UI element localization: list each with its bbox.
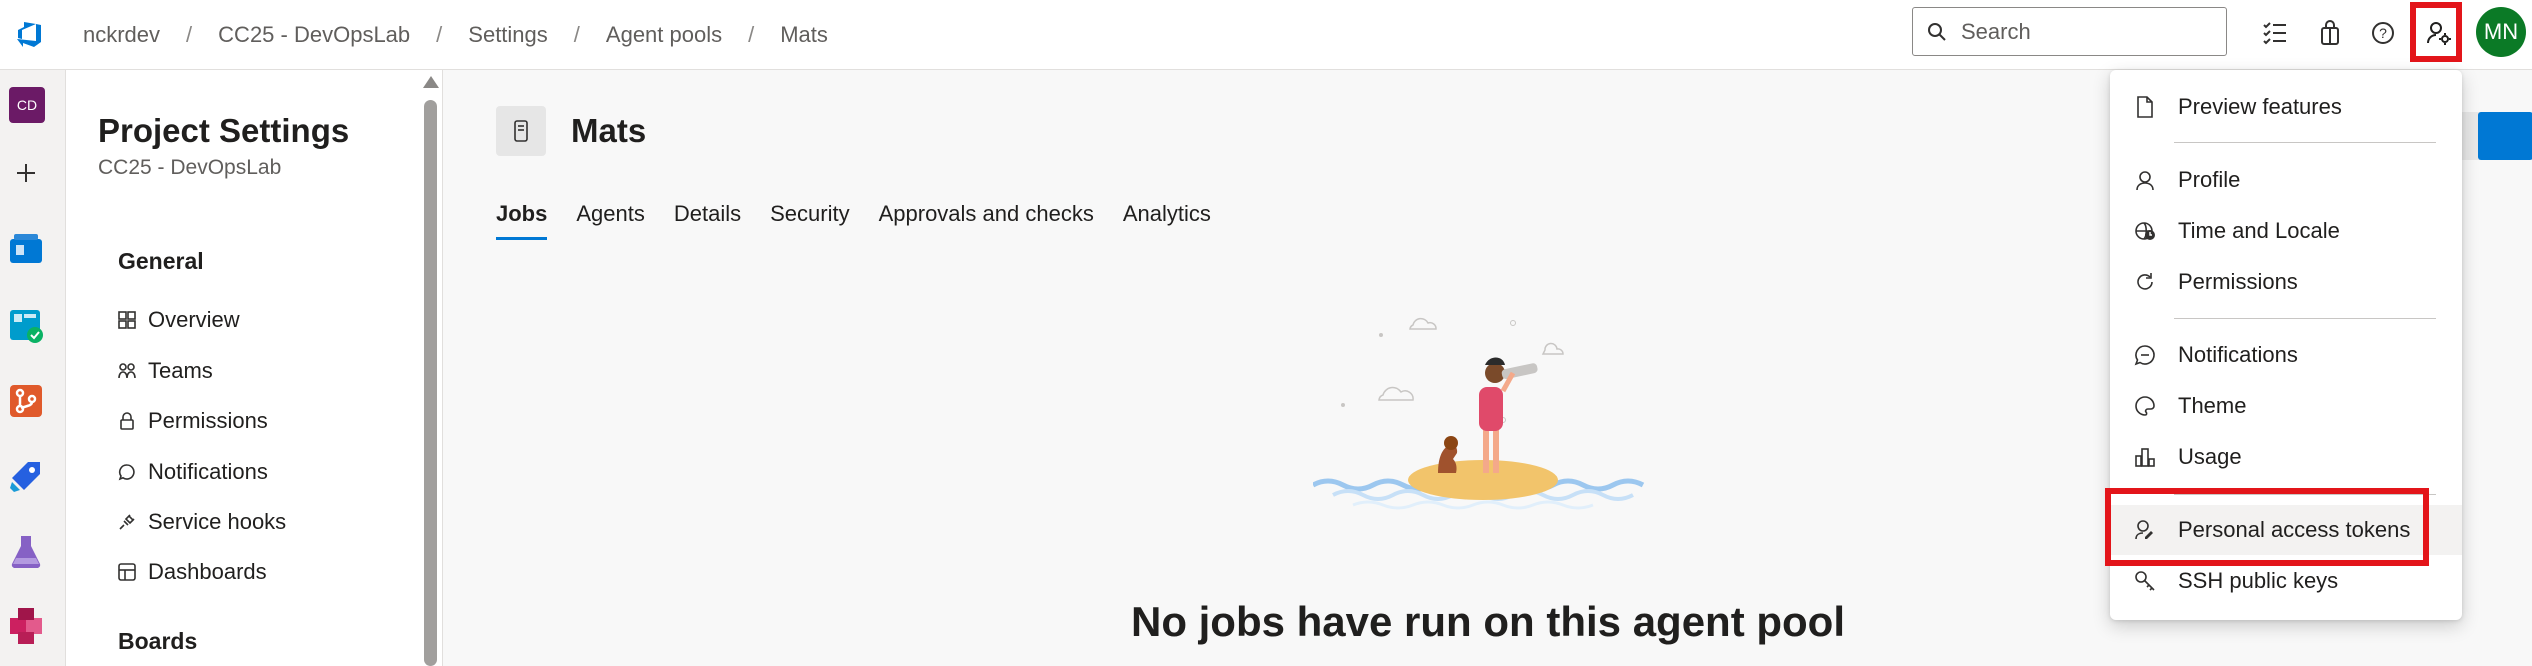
- pipelines-icon[interactable]: [6, 456, 46, 496]
- azure-devops-logo-icon[interactable]: [10, 14, 50, 54]
- nav-item-service-hooks[interactable]: Service hooks: [118, 502, 286, 542]
- search-placeholder: Search: [1961, 18, 2031, 44]
- menu-item-label: Preview features: [2178, 94, 2342, 119]
- nav-item-dashboards[interactable]: Dashboards: [118, 552, 267, 592]
- bar-chart-icon: [2134, 446, 2156, 468]
- nav-item-label: Overview: [148, 307, 240, 332]
- left-rail: CD: [0, 70, 66, 666]
- profile-icon: [2134, 169, 2156, 191]
- breadcrumb-separator: /: [436, 22, 443, 47]
- breadcrumb-agent-pools[interactable]: Agent pools: [606, 22, 722, 48]
- settings-nav: Project Settings CC25 - DevOpsLab Genera…: [66, 70, 442, 666]
- breadcrumb-settings[interactable]: Settings: [468, 22, 548, 48]
- project-badge[interactable]: CD: [9, 87, 45, 123]
- tab-analytics[interactable]: Analytics: [1123, 188, 1211, 240]
- section-general[interactable]: General: [118, 248, 204, 275]
- tab-bar: Jobs Agents Details Security Approvals a…: [496, 188, 1240, 240]
- menu-item-label: Profile: [2178, 167, 2241, 192]
- globe-clock-icon: [2134, 220, 2156, 242]
- refresh-icon: [2134, 271, 2156, 293]
- nav-item-label: Teams: [148, 358, 213, 383]
- agent-pool-title: Mats: [571, 112, 647, 149]
- search-input[interactable]: Search: [1912, 7, 2227, 56]
- svg-text:?: ?: [2379, 25, 2387, 41]
- menu-item-usage[interactable]: Usage: [2110, 432, 2462, 482]
- lock-icon: [118, 412, 136, 430]
- document-icon: [2134, 96, 2156, 118]
- top-bar: nckrdev / CC25 - DevOpsLab / Settings / …: [0, 0, 2532, 70]
- settings-subtitle: CC25 - DevOpsLab: [98, 156, 282, 179]
- test-plans-icon[interactable]: [6, 532, 46, 572]
- breadcrumb-separator: /: [748, 22, 755, 47]
- menu-item-label: SSH public keys: [2178, 568, 2339, 593]
- boards-icon[interactable]: [6, 306, 46, 346]
- nav-item-permissions[interactable]: Permissions: [118, 401, 268, 441]
- chat-bubble-icon: [2134, 344, 2156, 366]
- nav-item-teams[interactable]: Teams: [118, 351, 213, 391]
- palette-icon: [2134, 395, 2156, 417]
- agent-pool-icon: [496, 106, 546, 156]
- menu-divider: [2174, 142, 2436, 143]
- highlight-box-user-settings: [2410, 2, 2462, 62]
- tab-agents[interactable]: Agents: [576, 188, 645, 240]
- menu-item-label: Notifications: [2178, 342, 2298, 367]
- highlight-box-personal-access-tokens: [2105, 488, 2429, 566]
- breadcrumb-current[interactable]: Mats: [780, 22, 828, 48]
- work-items-icon[interactable]: [2254, 12, 2296, 54]
- chat-bubble-icon: [118, 463, 136, 481]
- plug-icon: [118, 513, 136, 531]
- menu-item-label: Time and Locale: [2178, 218, 2340, 243]
- tab-approvals-and-checks[interactable]: Approvals and checks: [879, 188, 1094, 240]
- breadcrumb: nckrdev / CC25 - DevOpsLab / Settings / …: [83, 0, 828, 70]
- empty-state-illustration: [1313, 317, 1645, 510]
- nav-item-label: Notifications: [148, 459, 268, 484]
- menu-item-preview-features[interactable]: Preview features: [2110, 82, 2462, 132]
- menu-item-theme[interactable]: Theme: [2110, 381, 2462, 431]
- tab-details[interactable]: Details: [674, 188, 741, 240]
- scrollbar-thumb[interactable]: [424, 100, 437, 666]
- dashboard-icon: [118, 563, 136, 581]
- settings-title: Project Settings: [98, 112, 350, 149]
- menu-item-label: Usage: [2178, 444, 2242, 469]
- breadcrumb-project[interactable]: CC25 - DevOpsLab: [218, 22, 410, 48]
- menu-item-time-and-locale[interactable]: Time and Locale: [2110, 206, 2462, 256]
- nav-item-label: Permissions: [148, 408, 268, 433]
- menu-item-permissions[interactable]: Permissions: [2110, 257, 2462, 307]
- help-icon[interactable]: ?: [2362, 12, 2404, 54]
- artifacts-icon[interactable]: [6, 606, 46, 646]
- search-icon: [1928, 22, 1946, 41]
- repos-icon[interactable]: [6, 381, 46, 421]
- nav-item-notifications[interactable]: Notifications: [118, 452, 268, 492]
- tab-jobs[interactable]: Jobs: [496, 188, 548, 240]
- breadcrumb-separator: /: [573, 22, 580, 47]
- key-icon: [2134, 570, 2156, 592]
- menu-item-label: Permissions: [2178, 269, 2298, 294]
- teams-icon: [118, 362, 136, 380]
- nav-item-label: Service hooks: [148, 509, 287, 534]
- menu-item-profile[interactable]: Profile: [2110, 155, 2462, 205]
- avatar[interactable]: MN: [2476, 7, 2526, 57]
- tab-security[interactable]: Security: [770, 188, 849, 240]
- menu-item-label: Theme: [2178, 393, 2247, 418]
- overview-icon[interactable]: [6, 228, 46, 268]
- nav-item-overview[interactable]: Overview: [118, 300, 240, 340]
- nav-item-label: Dashboards: [148, 559, 267, 584]
- marketplace-bag-icon[interactable]: [2309, 12, 2351, 54]
- primary-button[interactable]: [2478, 112, 2532, 160]
- settings-nav-scrollbar[interactable]: [421, 72, 439, 666]
- add-icon[interactable]: [6, 153, 46, 193]
- breadcrumb-separator: /: [186, 22, 193, 47]
- menu-item-notifications[interactable]: Notifications: [2110, 330, 2462, 380]
- section-boards[interactable]: Boards: [118, 628, 197, 655]
- breadcrumb-org[interactable]: nckrdev: [83, 22, 160, 48]
- menu-divider: [2174, 318, 2436, 319]
- overview-grid-icon: [118, 311, 136, 329]
- scroll-up-arrow-icon[interactable]: [423, 76, 439, 88]
